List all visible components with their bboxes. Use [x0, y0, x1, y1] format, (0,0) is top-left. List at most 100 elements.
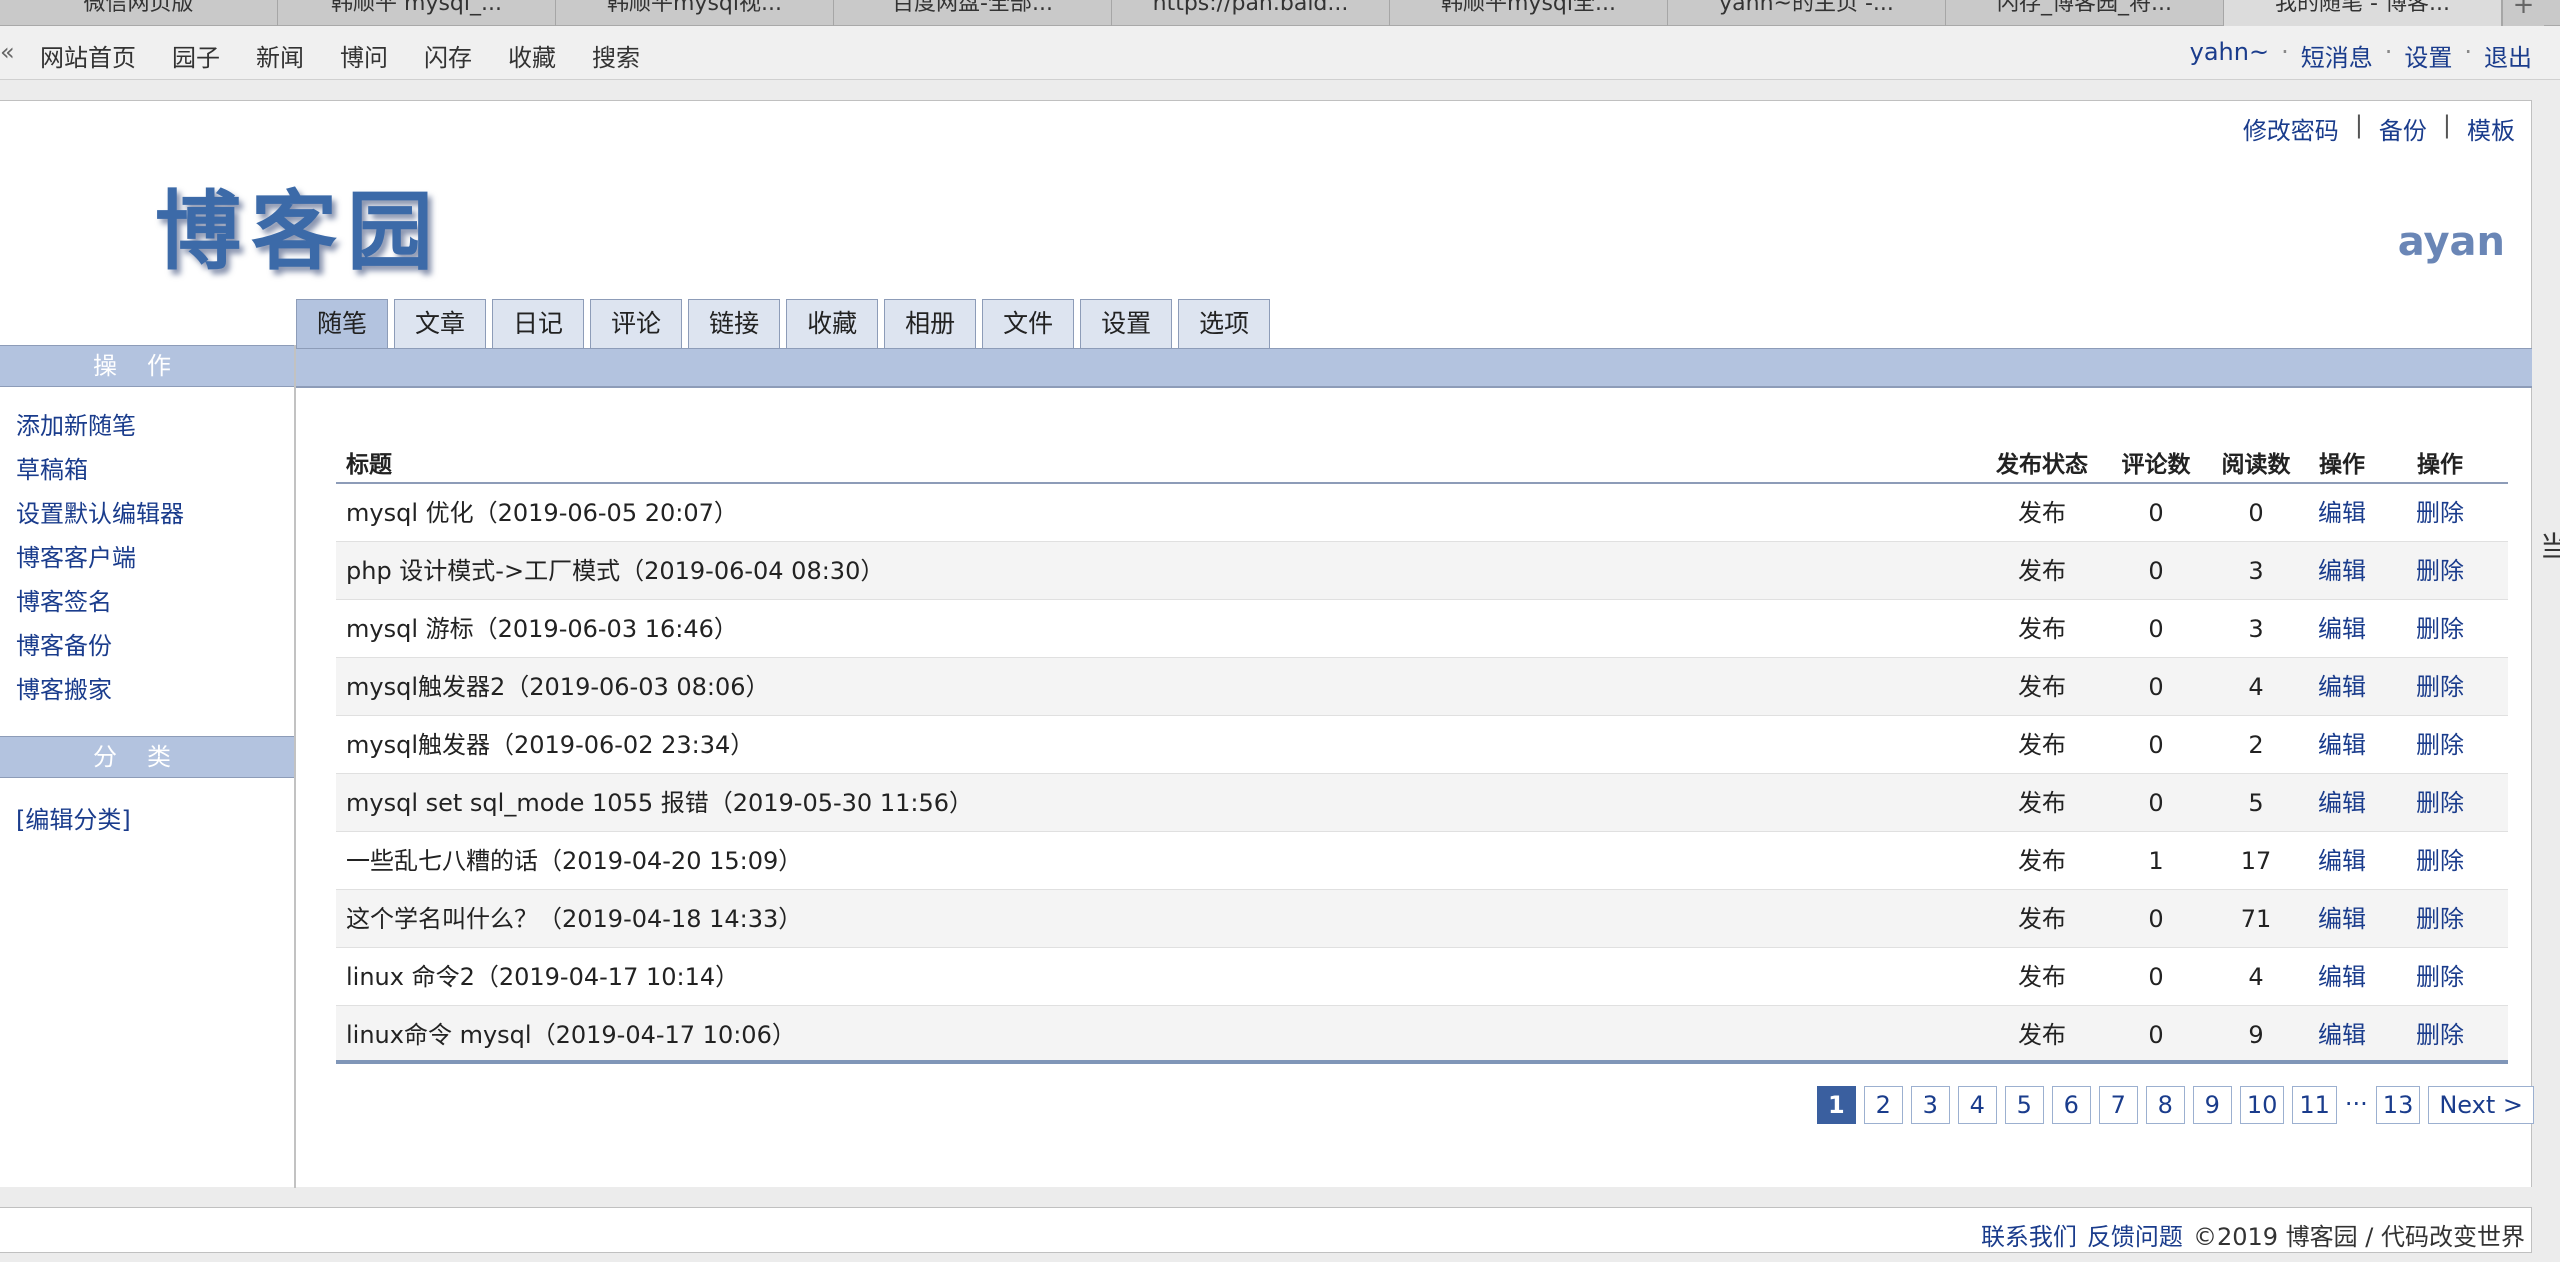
username-link[interactable]: yahn~: [2190, 38, 2269, 73]
tab-comments[interactable]: 评论: [590, 299, 683, 349]
tab-posts[interactable]: 随笔: [296, 299, 389, 352]
browser-tab[interactable]: 闪存_博客园_将...: [1946, 0, 2224, 26]
sidebar-item-backup[interactable]: 博客备份: [16, 632, 294, 676]
post-title[interactable]: mysql触发器2（2019-06-03 08:06）: [346, 658, 770, 716]
delete-post-link[interactable]: 删除: [2400, 658, 2480, 716]
sidebar-item-drafts[interactable]: 草稿箱: [16, 456, 294, 500]
browser-tab[interactable]: 韩顺平mysql全...: [1390, 0, 1668, 26]
sidebar-item-default-editor[interactable]: 设置默认编辑器: [16, 500, 294, 544]
page-link[interactable]: 5: [2004, 1086, 2044, 1124]
window-right-gutter: [2532, 80, 2560, 1262]
nav-qa-link[interactable]: 博问: [340, 38, 388, 73]
edit-post-link[interactable]: 编辑: [2302, 774, 2382, 832]
post-title[interactable]: 这个学名叫什么？（2019-04-18 14:33）: [346, 890, 802, 948]
page-link[interactable]: 2: [1863, 1086, 1903, 1124]
delete-post-link[interactable]: 删除: [2400, 1006, 2480, 1064]
user-menu: yahn~ · 短消息 · 设置 · 退出: [2190, 38, 2532, 73]
cnblogs-logo[interactable]: 博客园: [155, 161, 443, 286]
edit-post-link[interactable]: 编辑: [2302, 832, 2382, 890]
messages-link[interactable]: 短消息: [2301, 38, 2373, 73]
edit-post-link[interactable]: 编辑: [2302, 948, 2382, 1006]
post-title[interactable]: php 设计模式->工厂模式（2019-06-04 08:30）: [346, 542, 884, 600]
nav-flash-link[interactable]: 闪存: [424, 38, 472, 73]
browser-tab[interactable]: https://pan.baid...: [1112, 0, 1390, 26]
tab-favorites[interactable]: 收藏: [786, 299, 879, 349]
browser-tab[interactable]: yahn~的主页 -...: [1668, 0, 1946, 26]
edit-post-link[interactable]: 编辑: [2302, 542, 2382, 600]
sidebar-item-migrate[interactable]: 博客搬家: [16, 676, 294, 720]
nav-favorites-link[interactable]: 收藏: [508, 38, 556, 73]
edit-post-link[interactable]: 编辑: [2302, 1006, 2382, 1064]
edit-category-link[interactable]: [编辑分类]: [0, 778, 294, 835]
new-tab-button[interactable]: +: [2502, 0, 2544, 26]
page-link[interactable]: 7: [2098, 1086, 2138, 1124]
tab-articles[interactable]: 文章: [394, 299, 487, 349]
post-title[interactable]: mysql触发器（2019-06-02 23:34）: [346, 716, 754, 774]
sidebar-item-blog-client[interactable]: 博客客户端: [16, 544, 294, 588]
delete-post-link[interactable]: 删除: [2400, 948, 2480, 1006]
delete-post-link[interactable]: 删除: [2400, 832, 2480, 890]
change-password-link[interactable]: 修改密码: [2243, 111, 2339, 146]
contact-link[interactable]: 联系我们: [1981, 1217, 2077, 1252]
edit-post-link[interactable]: 编辑: [2302, 600, 2382, 658]
post-status: 发布: [2018, 847, 2066, 875]
page-link[interactable]: 9: [2192, 1086, 2232, 1124]
nav-news-link[interactable]: 新闻: [256, 38, 304, 73]
tab-links[interactable]: 链接: [688, 299, 781, 349]
post-title[interactable]: linux命令 mysql（2019-04-17 10:06）: [346, 1006, 796, 1064]
browser-tab[interactable]: 百度网盘-全部...: [834, 0, 1112, 26]
table-row: 这个学名叫什么？（2019-04-18 14:33） 发布 0 71 编辑 删除: [336, 890, 2508, 948]
separator: ·: [2384, 38, 2393, 66]
delete-post-link[interactable]: 删除: [2400, 484, 2480, 542]
post-title[interactable]: mysql 优化（2019-06-05 20:07）: [346, 484, 738, 542]
template-link[interactable]: 模板: [2467, 111, 2515, 146]
page-link[interactable]: 11: [2292, 1086, 2337, 1124]
feedback-link[interactable]: 反馈问题: [2087, 1217, 2183, 1252]
sidebar-item-add-post[interactable]: 添加新随笔: [16, 412, 294, 456]
page-link[interactable]: 10: [2239, 1086, 2285, 1124]
logout-link[interactable]: 退出: [2484, 38, 2532, 73]
edit-post-link[interactable]: 编辑: [2302, 484, 2382, 542]
page-link[interactable]: 6: [2051, 1086, 2091, 1124]
table-row: linux命令 mysql（2019-04-17 10:06） 发布 0 9 编…: [336, 1006, 2508, 1064]
post-title[interactable]: linux 命令2（2019-04-17 10:14）: [346, 948, 739, 1006]
nav-search-link[interactable]: 搜索: [592, 38, 640, 73]
edit-post-link[interactable]: 编辑: [2302, 658, 2382, 716]
page-link-last[interactable]: 13: [2375, 1086, 2421, 1124]
post-comment-count: 0: [2148, 905, 2164, 933]
browser-tab[interactable]: 韩顺平mysql视...: [556, 0, 834, 26]
page-link[interactable]: 4: [1957, 1086, 1997, 1124]
delete-post-link[interactable]: 删除: [2400, 774, 2480, 832]
blog-name: ayan: [2397, 219, 2505, 265]
browser-tab[interactable]: 微信网页版: [0, 0, 278, 26]
sidebar-actions-list: 添加新随笔 草稿箱 设置默认编辑器 博客客户端 博客签名 博客备份 博客搬家: [0, 387, 294, 720]
tab-albums[interactable]: 相册: [884, 299, 977, 349]
post-title[interactable]: mysql set sql_mode 1055 报错（2019-05-30 11…: [346, 774, 973, 832]
page-current[interactable]: 1: [1816, 1086, 1856, 1124]
edge-glyph: 当: [2540, 530, 2560, 563]
next-page-button[interactable]: Next >: [2428, 1086, 2534, 1124]
edit-post-link[interactable]: 编辑: [2302, 890, 2382, 948]
delete-post-link[interactable]: 删除: [2400, 600, 2480, 658]
tab-options[interactable]: 选项: [1178, 299, 1271, 349]
settings-link[interactable]: 设置: [2404, 38, 2452, 73]
collapse-chevron-icon[interactable]: «: [0, 38, 15, 66]
browser-tab[interactable]: 韩顺平 mysql_...: [278, 0, 556, 26]
browser-tab-active[interactable]: 我的随笔 - 博客...: [2224, 0, 2502, 26]
tab-settings[interactable]: 设置: [1080, 299, 1173, 349]
delete-post-link[interactable]: 删除: [2400, 890, 2480, 948]
tab-files[interactable]: 文件: [982, 299, 1075, 349]
nav-garden-link[interactable]: 园子: [172, 38, 220, 73]
sidebar-item-signature[interactable]: 博客签名: [16, 588, 294, 632]
post-title[interactable]: mysql 游标（2019-06-03 16:46）: [346, 600, 738, 658]
sidebar: 操作 添加新随笔 草稿箱 设置默认编辑器 博客客户端 博客签名 博客备份 博客搬…: [0, 345, 296, 1188]
delete-post-link[interactable]: 删除: [2400, 716, 2480, 774]
nav-home-link[interactable]: 网站首页: [40, 38, 136, 73]
delete-post-link[interactable]: 删除: [2400, 542, 2480, 600]
page-link[interactable]: 8: [2145, 1086, 2185, 1124]
tab-diary[interactable]: 日记: [492, 299, 585, 349]
page-link[interactable]: 3: [1910, 1086, 1950, 1124]
edit-post-link[interactable]: 编辑: [2302, 716, 2382, 774]
backup-link[interactable]: 备份: [2379, 111, 2427, 146]
post-title[interactable]: 一些乱七八糟的话（2019-04-20 15:09）: [346, 832, 802, 890]
